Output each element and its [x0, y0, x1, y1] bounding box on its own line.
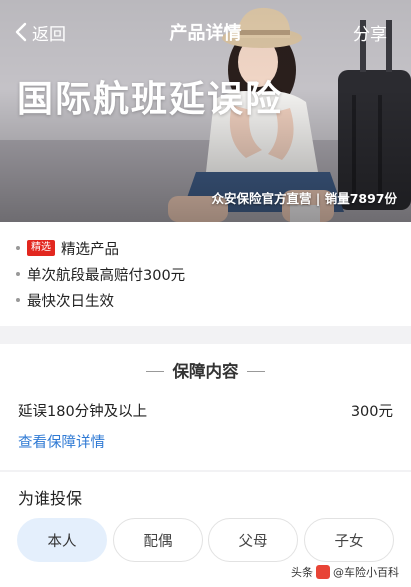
coverage-title: 保障内容	[172, 362, 239, 381]
watermark-logo-icon	[316, 565, 330, 579]
insured-option-children[interactable]: 子女	[304, 518, 394, 562]
coverage-item-label: 延误180分钟及以上	[18, 404, 148, 420]
insured-title: 为谁投保	[18, 489, 83, 508]
coverage-details-link[interactable]: 查看保障详情	[18, 431, 105, 452]
highlight-text: 精选产品	[61, 241, 119, 258]
bullet-dot	[16, 246, 20, 250]
highlight-text: 单次航段最高赔付300元	[27, 267, 186, 284]
highlight-text: 最快次日生效	[27, 293, 114, 310]
highlight-item: 最快次日生效	[16, 288, 114, 312]
insured-option-parents[interactable]: 父母	[208, 518, 298, 562]
bullet-dot	[16, 298, 20, 302]
page-title: 产品详情	[169, 23, 242, 44]
watermark-text: @车险小百科	[333, 566, 399, 579]
watermark: 头条 @车险小百科	[291, 564, 399, 580]
insured-option-spouse[interactable]: 配偶	[113, 518, 203, 562]
nav-bar: 返回 产品详情 分享	[0, 0, 411, 62]
seller-and-sales: 众安保险官方直营 | 销量7897份	[211, 191, 397, 206]
bullet-dot	[16, 272, 20, 276]
highlights-card: 精选 精选产品 单次航段最高赔付300元 最快次日生效	[0, 222, 411, 326]
title-divider-right	[247, 371, 265, 372]
share-button[interactable]: 分享	[353, 20, 387, 45]
hero-banner: 返回 产品详情 分享 国际航班延误险 众安保险官方直营 | 销量7897份	[0, 0, 411, 222]
insured-option-self[interactable]: 本人	[17, 518, 107, 562]
highlight-item: 单次航段最高赔付300元	[16, 262, 185, 286]
coverage-item-value: 300元	[350, 404, 393, 420]
watermark-prefix: 头条	[291, 566, 313, 579]
featured-tag: 精选	[27, 240, 55, 256]
highlight-item: 精选 精选产品	[16, 236, 119, 260]
coverage-card: 保障内容 延误180分钟及以上 300元 查看保障详情	[0, 344, 411, 470]
product-name: 国际航班延误险	[17, 79, 284, 120]
